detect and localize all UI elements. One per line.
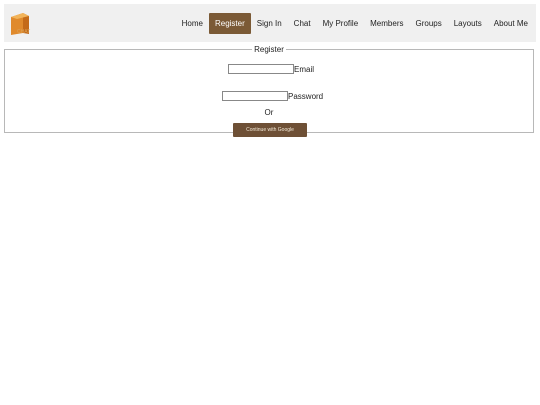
logo-text: CHAT (17, 29, 30, 35)
nav-groups[interactable]: Groups (409, 13, 447, 34)
nav-chat[interactable]: Chat (288, 13, 317, 34)
password-input[interactable] (222, 91, 288, 101)
email-row: Email (228, 64, 314, 74)
nav-about-me[interactable]: About Me (488, 13, 534, 34)
register-legend: Register (254, 45, 284, 54)
email-input[interactable] (228, 64, 294, 74)
top-nav-bar: CHAT Home Register Sign In Chat My Profi… (4, 4, 536, 42)
password-row: Password (222, 91, 323, 101)
password-label: Password (288, 91, 324, 101)
email-label: Email (294, 64, 315, 74)
nav-layouts[interactable]: Layouts (448, 13, 488, 34)
main-nav: Home Register Sign In Chat My Profile Me… (176, 13, 534, 34)
or-divider-text: Or (264, 108, 274, 117)
nav-register[interactable]: Register (208, 13, 251, 34)
nav-sign-in[interactable]: Sign In (251, 13, 288, 34)
continue-with-google-button[interactable]: Continue with Google (233, 123, 307, 137)
nav-members[interactable]: Members (364, 13, 409, 34)
book-logo-icon[interactable]: CHAT (8, 11, 34, 37)
register-form: Register Email Password Or Continue with… (4, 45, 534, 137)
nav-home[interactable]: Home (176, 13, 209, 34)
nav-my-profile[interactable]: My Profile (317, 13, 365, 34)
